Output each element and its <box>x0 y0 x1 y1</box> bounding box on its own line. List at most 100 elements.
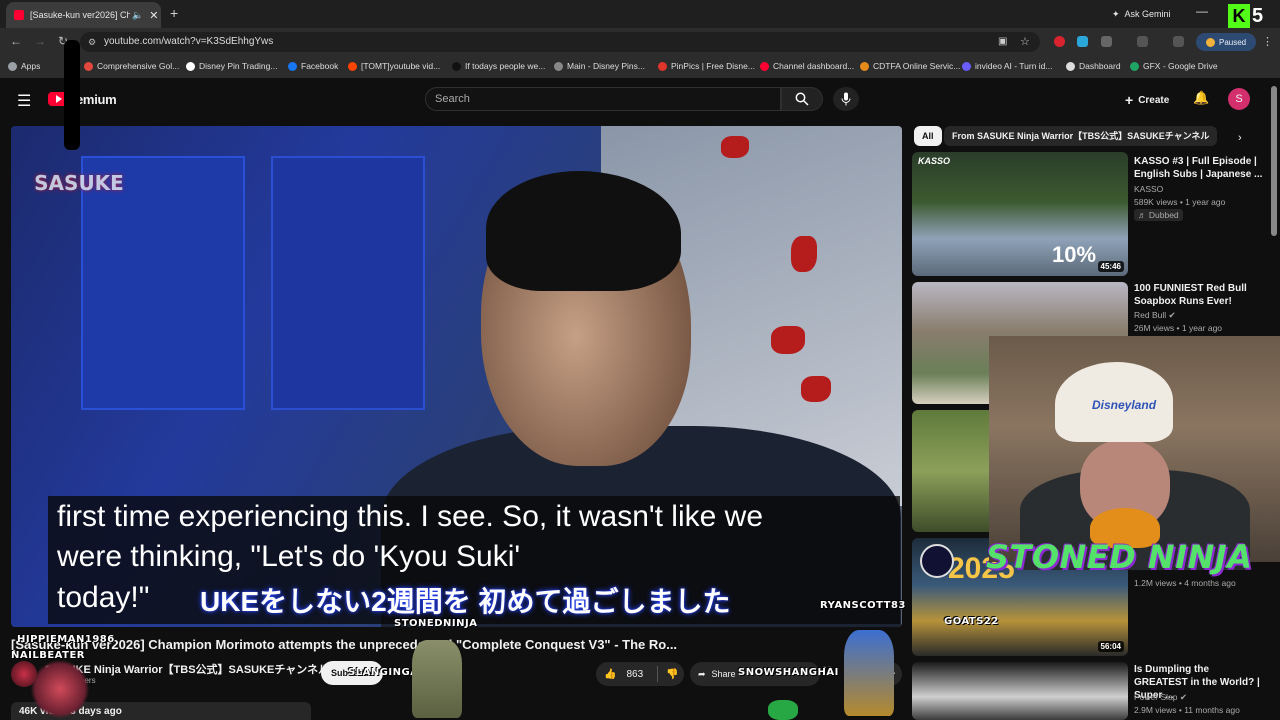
bookmark-item[interactable]: PinPics | Free Disne... <box>658 61 755 71</box>
recommended-channel[interactable]: Power Slap ✔ <box>1134 692 1187 703</box>
bookmark-item[interactable]: Comprehensive Gol... <box>84 61 179 71</box>
plus-icon: + <box>1125 92 1134 108</box>
sidebar-chips: All From SASUKE Ninja Warrior【TBS公式】SASU… <box>912 126 1272 146</box>
bookmark-item[interactable]: Dashboard <box>1066 61 1121 71</box>
ask-gemini-label: Ask Gemini <box>1124 9 1171 19</box>
tab-search-icon[interactable] <box>1137 36 1148 47</box>
bookmark-label: CDTFA Online Servic... <box>873 61 961 71</box>
stoned-ninja-banner: STONED NINJA <box>986 538 1253 576</box>
page-scrollbar[interactable] <box>1271 86 1277 236</box>
bookmark-favicon-icon <box>452 61 461 71</box>
bookmark-star-icon[interactable]: ☆ <box>1020 35 1030 48</box>
microphone-icon <box>841 92 851 106</box>
browser-tab[interactable]: [Sasuke-kun ver2026] Cham 🔈 ✕ <box>6 2 161 28</box>
bookmark-favicon-icon <box>860 61 869 71</box>
bookmark-item[interactable]: If todays people we... <box>452 61 545 71</box>
recommended-meta: 26M views • 1 year ago <box>1134 323 1223 333</box>
dubbed-icon: ♬ <box>1138 210 1149 220</box>
pixel-sprite <box>30 660 90 718</box>
bookmark-label: [TOMT]youtube vid... <box>361 61 441 71</box>
bookmark-favicon-icon <box>288 61 297 71</box>
recommended-meta: 2.9M views • 11 months ago <box>1134 705 1240 715</box>
bookmark-item[interactable]: Channel dashboard... <box>760 61 854 71</box>
japanese-caption: UKEをしない2週間を 初めて過ごしました <box>200 586 731 617</box>
bookmark-item[interactable]: Main - Disney Pins... <box>554 61 645 71</box>
bookmark-favicon-icon <box>658 61 667 71</box>
create-button[interactable]: + Create <box>1125 92 1169 108</box>
install-icon[interactable]: ▣ <box>998 36 1007 47</box>
create-label: Create <box>1138 94 1170 106</box>
window-controls: — <box>1196 4 1208 18</box>
forward-icon[interactable]: → <box>34 34 46 48</box>
like-icon[interactable]: 👍 <box>604 669 616 680</box>
notifications-bell-icon[interactable]: 🔔 <box>1193 90 1209 106</box>
subtitle-line: were thinking, "Let's do 'Kyou Suki' <box>57 540 521 573</box>
video-duration: 56:04 <box>1097 641 1124 652</box>
recommended-channel[interactable]: Red Bull ✔ <box>1134 310 1176 321</box>
recommended-channel[interactable]: KASSO <box>1134 184 1163 194</box>
bookmark-item[interactable]: Apps <box>8 61 40 71</box>
chrome-menu-icon[interactable]: ⋮ <box>1262 35 1273 48</box>
pixel-sprite <box>768 700 798 720</box>
chip-from-channel[interactable]: From SASUKE Ninja Warrior【TBS公式】SASUKEチャ… <box>944 126 1218 146</box>
video-thumbnail[interactable]: KASSO 10% 45:46 <box>912 152 1128 276</box>
chips-next-icon[interactable]: › <box>1238 132 1242 144</box>
bookmark-favicon-icon <box>554 61 563 71</box>
recommended-meta: 1.2M views • 4 months ago <box>1134 578 1236 588</box>
bookmark-item[interactable]: CDTFA Online Servic... <box>860 61 960 71</box>
subtitle-line: today!" <box>57 581 150 614</box>
bookmark-label: GFX - Google Drive <box>1143 61 1218 71</box>
electrical-cabinet <box>271 156 425 410</box>
bookmark-item[interactable]: invideo AI - Turn id... <box>962 61 1052 71</box>
dislike-icon[interactable]: 👎 <box>666 669 678 680</box>
bookmark-item[interactable]: Facebook <box>288 61 338 71</box>
minimize-icon[interactable]: — <box>1196 4 1208 18</box>
media-control-icon[interactable] <box>1173 36 1184 47</box>
bookmark-label: Disney Pin Trading... <box>199 61 278 71</box>
extensions-puzzle-icon[interactable] <box>1101 36 1112 47</box>
profile-paused-button[interactable]: Paused <box>1196 33 1257 51</box>
gemini-icon: ✦ <box>1112 8 1120 19</box>
overlay-name: RYANSCOTT83 <box>820 600 906 611</box>
sasuke-watermark-logo: SASUKE <box>34 171 124 195</box>
ask-gemini-button[interactable]: ✦ Ask Gemini <box>1104 5 1179 23</box>
like-count[interactable]: 863 <box>626 669 643 680</box>
overlay-name: GOATS22 <box>944 616 999 627</box>
close-tab-icon[interactable]: ✕ <box>149 9 158 22</box>
new-tab-button[interactable]: + <box>170 5 178 21</box>
speaker-icon[interactable]: 🔈 <box>132 10 143 21</box>
bookmark-item[interactable]: GFX - Google Drive <box>1130 61 1218 71</box>
bookmark-label: Channel dashboard... <box>773 61 855 71</box>
site-info-icon[interactable]: ⚙ <box>88 37 96 48</box>
extension-blue-icon[interactable] <box>1077 36 1088 47</box>
recommended-title[interactable]: KASSO #3 | Full Episode | English Subs |… <box>1134 155 1264 181</box>
account-avatar[interactable]: S <box>1228 88 1250 110</box>
video-thumbnail[interactable] <box>912 662 1128 720</box>
verified-icon: ✔ <box>1179 692 1187 702</box>
bookmark-favicon-icon <box>1066 61 1075 71</box>
k5-number: 5 <box>1252 5 1264 27</box>
premium-logo-text[interactable]: emium <box>76 92 117 107</box>
share-label: Share <box>711 669 736 679</box>
video-duration: 45:46 <box>1097 261 1124 272</box>
search-input[interactable]: Search <box>425 87 781 111</box>
overlay-name: SNOWSHANGHAI <box>738 667 839 678</box>
bookmark-item[interactable]: Disney Pin Trading... <box>186 61 277 71</box>
voice-search-button[interactable] <box>833 87 859 111</box>
bookmark-label: Comprehensive Gol... <box>97 61 180 71</box>
url-text[interactable]: youtube.com/watch?v=K3SdEhhgYws <box>104 36 273 47</box>
youtube-favicon-icon <box>14 10 24 20</box>
search-button[interactable] <box>781 87 823 111</box>
cap-logo: Disneyland <box>1092 398 1157 412</box>
chip-all[interactable]: All <box>914 126 942 146</box>
hamburger-menu-icon[interactable]: ☰ <box>17 91 31 111</box>
kasso-logo: KASSO <box>918 156 951 166</box>
kick-logo-overlay: K 5 <box>1228 4 1276 30</box>
bookmark-item[interactable]: [TOMT]youtube vid... <box>348 61 440 71</box>
extension-red-icon[interactable] <box>1054 36 1065 47</box>
person-hair <box>486 171 681 291</box>
back-icon[interactable]: ← <box>10 34 22 48</box>
bookmark-favicon-icon <box>186 61 195 71</box>
bookmark-label: invideo AI - Turn id... <box>975 61 1053 71</box>
recommended-title[interactable]: 100 FUNNIEST Red Bull Soapbox Runs Ever! <box>1134 282 1264 308</box>
